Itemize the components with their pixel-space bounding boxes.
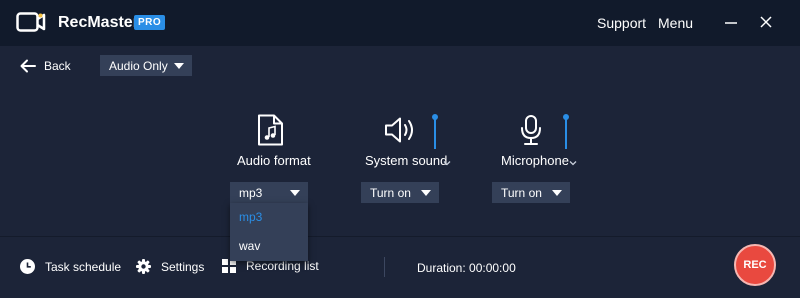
app-logo-icon: [16, 11, 46, 38]
task-schedule-label: Task schedule: [45, 259, 122, 274]
mode-select[interactable]: Audio Only: [100, 55, 192, 76]
divider: [384, 257, 385, 277]
microphone-volume-track[interactable]: [565, 117, 567, 149]
speaker-icon: [384, 116, 418, 149]
microphone-icon: [519, 114, 543, 151]
chevron-down-icon[interactable]: [568, 155, 578, 166]
audio-format-select[interactable]: mp3: [230, 182, 308, 203]
recording-list-label: Recording list: [246, 259, 319, 273]
back-label: Back: [44, 59, 71, 73]
microphone-select[interactable]: Turn on: [492, 182, 570, 203]
arrow-left-icon: [20, 59, 36, 73]
system-sound-value: Turn on: [370, 185, 411, 200]
support-link[interactable]: Support: [597, 15, 646, 31]
task-schedule-button[interactable]: Task schedule: [20, 259, 121, 274]
minimize-icon[interactable]: [721, 12, 741, 32]
caret-down-icon: [290, 189, 300, 196]
pro-badge: PRO: [134, 15, 166, 30]
caret-down-icon: [421, 189, 431, 196]
rec-button[interactable]: REC: [734, 244, 776, 286]
microphone-value: Turn on: [501, 185, 542, 200]
system-sound-select[interactable]: Turn on: [361, 182, 439, 203]
dropdown-option-wav[interactable]: wav: [230, 232, 308, 261]
close-icon[interactable]: [756, 12, 776, 32]
recording-list-button[interactable]: Recording list: [222, 259, 319, 273]
title-bar: RecMaster PRO Support Menu: [0, 0, 800, 46]
menu-link[interactable]: Menu: [658, 15, 693, 31]
gear-icon: [136, 259, 151, 274]
bottom-bar: Task schedule Settings Recording list Du…: [0, 236, 800, 298]
caret-down-icon: [552, 189, 562, 196]
chevron-down-icon[interactable]: [442, 155, 452, 166]
duration-readout: Duration: 00:00:00: [417, 261, 516, 275]
clock-icon: [20, 259, 35, 274]
list-icon: [222, 259, 236, 273]
back-button[interactable]: Back: [20, 56, 71, 76]
dropdown-option-mp3[interactable]: mp3: [230, 203, 308, 232]
microphone-label: Microphone: [501, 153, 569, 168]
settings-label: Settings: [161, 259, 205, 274]
system-volume-track[interactable]: [434, 117, 436, 149]
audio-file-icon: [256, 114, 284, 151]
rec-label: REC: [743, 259, 767, 271]
system-sound-label: System sound: [365, 153, 448, 168]
settings-button[interactable]: Settings: [136, 259, 204, 274]
audio-format-label: Audio format: [237, 153, 311, 168]
mode-select-value: Audio Only: [109, 58, 168, 73]
audio-format-value: mp3: [239, 185, 263, 200]
caret-down-icon: [174, 62, 184, 69]
app-name: RecMaster: [58, 14, 139, 31]
audio-format-dropdown: mp3 wav: [230, 203, 308, 261]
